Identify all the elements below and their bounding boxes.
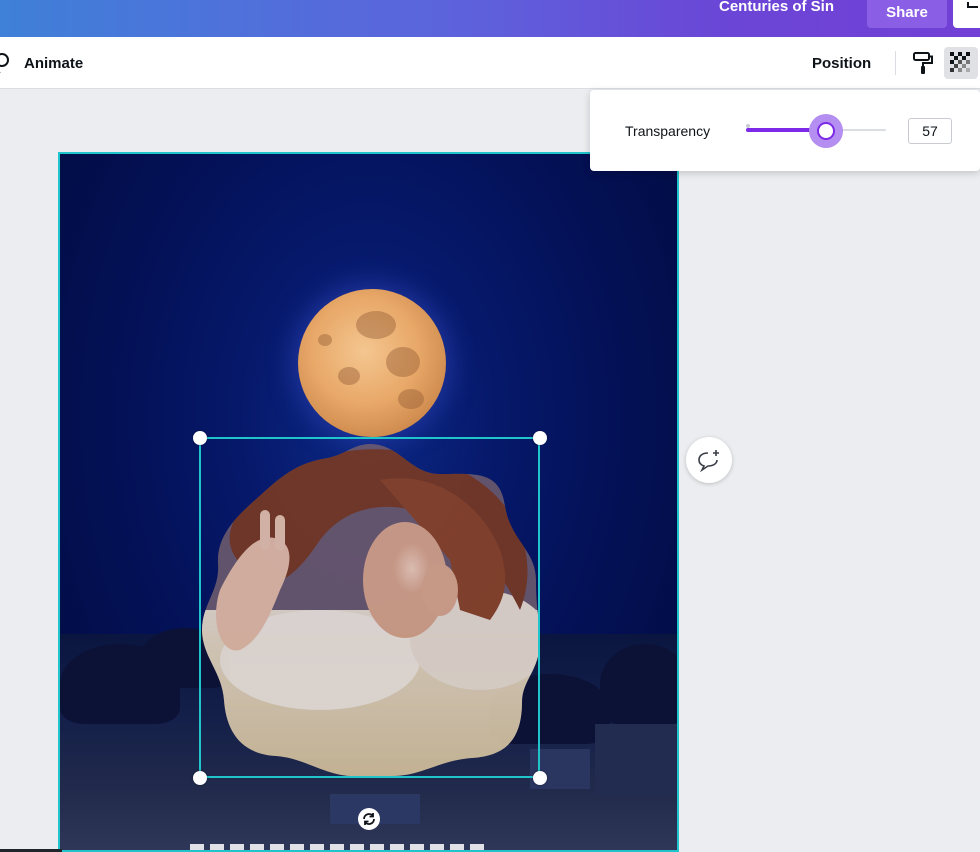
copy-style-button[interactable] xyxy=(908,47,938,79)
add-comment-button[interactable] xyxy=(686,437,732,483)
animate-icon xyxy=(0,53,9,73)
transparency-checker-icon xyxy=(950,52,970,72)
design-page[interactable] xyxy=(58,152,679,852)
paint-roller-icon xyxy=(913,52,933,74)
slider-start-dot xyxy=(746,124,750,128)
title-text-cropped[interactable] xyxy=(190,844,490,850)
editor-header: Centuries of Sin Share xyxy=(0,0,980,37)
transparency-popover: Transparency 57 xyxy=(590,90,980,171)
add-comment-icon xyxy=(698,450,719,472)
download-icon xyxy=(967,2,978,8)
download-button[interactable] xyxy=(953,0,980,28)
resize-handle-bottom-right[interactable] xyxy=(533,771,547,785)
document-title[interactable]: Centuries of Sin xyxy=(719,0,834,22)
animate-button[interactable]: Animate xyxy=(0,49,83,77)
context-toolbar: Animate Position xyxy=(0,37,980,89)
selection-frame xyxy=(199,437,540,778)
moon-image xyxy=(298,289,446,437)
animate-label: Animate xyxy=(24,54,84,72)
resize-handle-bottom-left[interactable] xyxy=(193,771,207,785)
share-button[interactable]: Share xyxy=(867,0,947,28)
toolbar-divider xyxy=(895,51,896,75)
transparency-value-input[interactable]: 57 xyxy=(908,118,952,144)
resize-handle-top-right[interactable] xyxy=(533,431,547,445)
rotate-handle[interactable] xyxy=(358,808,380,830)
rotate-icon xyxy=(363,813,375,825)
transparency-button[interactable] xyxy=(944,47,978,79)
resize-handle-top-left[interactable] xyxy=(193,431,207,445)
transparency-slider[interactable] xyxy=(746,114,886,148)
slider-thumb[interactable] xyxy=(809,114,843,148)
position-button[interactable]: Position xyxy=(806,49,877,77)
transparency-label: Transparency xyxy=(625,123,711,139)
